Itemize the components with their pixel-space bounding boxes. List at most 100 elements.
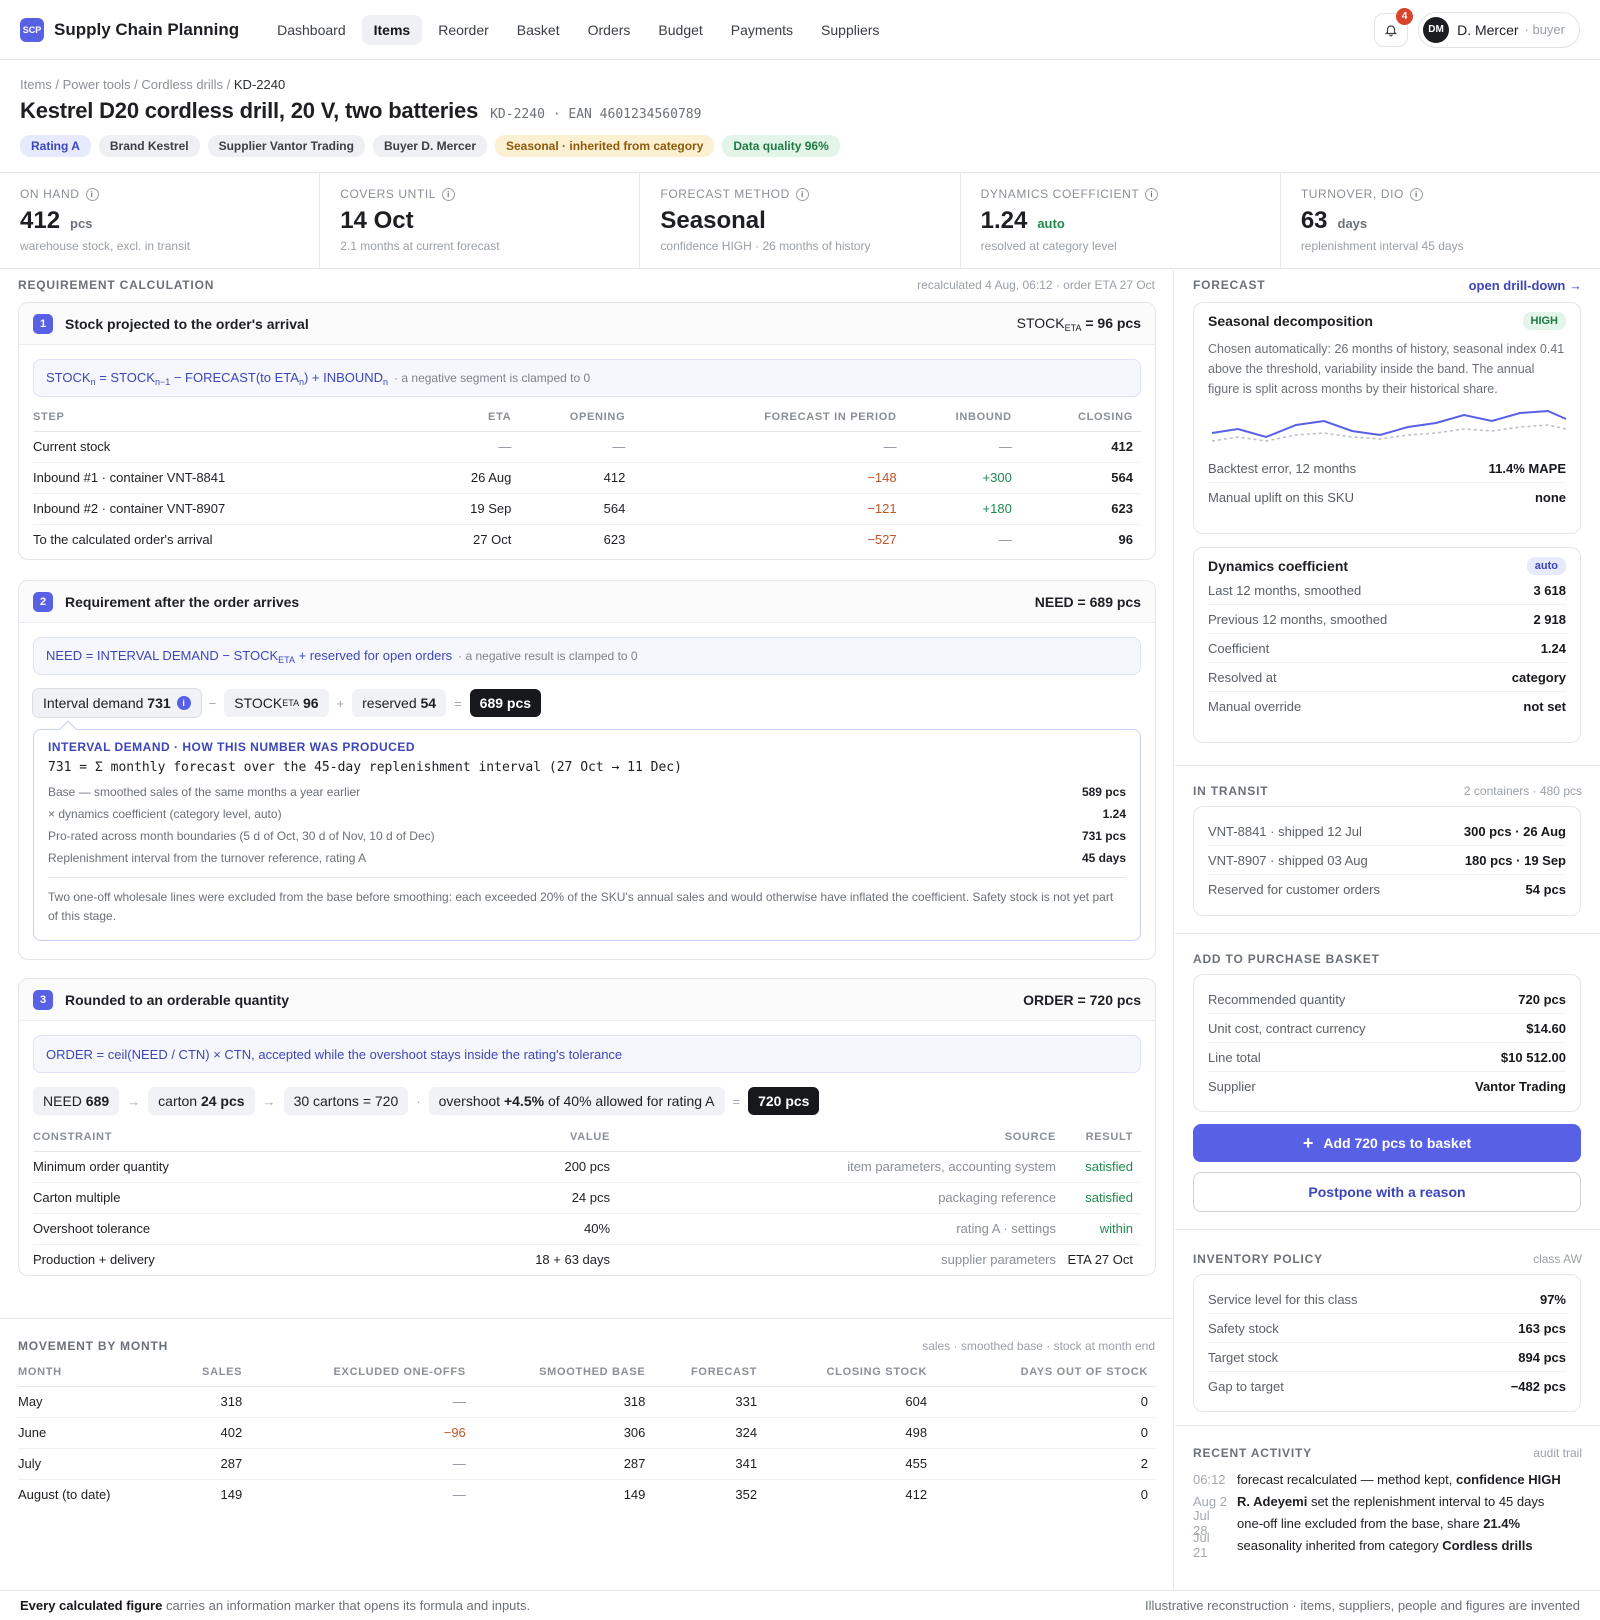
- card-title: Seasonal decomposition: [1208, 313, 1373, 329]
- table-row: Current stock — — — —412: [33, 431, 1141, 463]
- breadcrumb-power-tools[interactable]: Power tools: [63, 77, 131, 92]
- stock-projection-table: STEP ETA OPENING FORECAST IN PERIOD INBOUND C…: [33, 403, 1141, 555]
- kpi-unit: days: [1337, 216, 1368, 231]
- kpi-value: Seasonal: [660, 207, 766, 234]
- kpi-label: COVERS UNTIL: [340, 187, 437, 201]
- movement-meta: sales · smoothed base · stock at month e…: [922, 1339, 1155, 1353]
- bell-icon: [1385, 24, 1398, 36]
- add-to-basket-button[interactable]: + Add 720 pcs to basket: [1193, 1124, 1581, 1162]
- breadcrumb-current: KD-2240: [233, 77, 286, 92]
- activity-item: Jul 21 seasonality inherited from categor…: [1193, 1530, 1533, 1560]
- stage-formula: STOCKn = STOCKn−1 − FORECAST(to ETAn) + …: [33, 359, 1141, 397]
- card-title: Dynamics coefficient: [1208, 558, 1349, 574]
- tag-buyer[interactable]: Buyer D. Mercer: [372, 135, 487, 157]
- table-row: July 287—287 341 455 2: [18, 1448, 1156, 1480]
- transit-card: VNT-8841 · shipped 12 Jul 300 pcs · 26 Au…: [1193, 806, 1581, 916]
- kpi-sub: warehouse stock, excl. in transit: [20, 239, 191, 253]
- stage-result: STOCKETA = 96 pcs: [1016, 314, 1141, 333]
- main-nav: Dashboard Items Reorder Basket Orders Bu…: [265, 14, 891, 45]
- info-icon[interactable]: i: [442, 187, 456, 201]
- stage-3-card: 3 Rounded to an orderable quantity ORDER…: [18, 978, 1156, 1276]
- stage-1-card: 1 Stock projected to the order's arrival…: [18, 302, 1156, 560]
- app-name[interactable]: Supply Chain Planning: [54, 20, 239, 40]
- nav-budget[interactable]: Budget: [646, 15, 714, 45]
- tag-brand[interactable]: Brand Kestrel: [98, 135, 200, 157]
- explainer-row: Replenishment interval from the turnover…: [48, 851, 1126, 865]
- nav-items[interactable]: Items: [361, 14, 423, 45]
- info-icon[interactable]: i: [176, 696, 191, 710]
- nav-payments[interactable]: Payments: [719, 15, 805, 45]
- forecast-description: Chosen automatically: 26 months of histo…: [1208, 342, 1565, 396]
- basket-row: Supplier Vantor Trading: [1208, 1079, 1566, 1094]
- kpi-value: 1.24: [980, 207, 1028, 234]
- activity-item: Aug 2 R. Adeyemi set the replenishment in…: [1193, 1493, 1545, 1509]
- breadcrumb-cordless-drills[interactable]: Cordless drills: [141, 77, 223, 92]
- left-column: REQUIREMENT CALCULATION recalculated 4 A…: [0, 270, 1174, 1590]
- basket-row: Line total $10 512.00: [1208, 1043, 1566, 1072]
- dynamics-coefficient-card: Dynamics coefficient auto Last 12 months,…: [1193, 547, 1581, 743]
- kpi-value: 14 Oct: [340, 207, 414, 234]
- kpi-label: DYNAMICS COEFFICIENT: [980, 187, 1140, 201]
- activity-item: Jul 28 one-off line excluded from the bas…: [1193, 1508, 1521, 1538]
- kpi-turnover: TURNOVER, DIO i 63 days replenishment inte…: [1281, 173, 1600, 268]
- kpi-sub: replenishment interval 45 days: [1300, 239, 1464, 253]
- forecast-row: Backtest error, 12 months 11.4% MAPE: [1208, 454, 1566, 483]
- explainer-heading: INTERVAL DEMAND · HOW THIS NUMBER WAS PR…: [48, 740, 416, 754]
- order-result-pill: 720 pcs: [748, 1087, 820, 1115]
- tag-row: Rating A Brand Kestrel Supplier Vantor T…: [20, 135, 840, 157]
- kpi-dynamics-coefficient: DYNAMICS COEFFICIENT i 1.24 auto resolved …: [961, 173, 1281, 268]
- nav-basket[interactable]: Basket: [505, 15, 572, 45]
- footer-note: Every calculated figure carries an infor…: [20, 1598, 531, 1613]
- kpi-value: 412: [20, 207, 61, 234]
- interval-demand-pill[interactable]: Interval demand 731 i: [32, 688, 202, 718]
- nav-orders[interactable]: Orders: [576, 15, 643, 45]
- breadcrumb-items[interactable]: Items: [20, 77, 52, 92]
- table-row: June 402 −96 306 324 498 0: [18, 1417, 1156, 1449]
- transit-heading: IN TRANSIT: [1193, 784, 1269, 798]
- tag-seasonal[interactable]: Seasonal · inherited from category: [495, 135, 715, 157]
- open-drill-down-link[interactable]: open drill-down →: [1469, 278, 1582, 293]
- transit-meta: 2 containers · 480 pcs: [1463, 784, 1582, 798]
- info-icon[interactable]: i: [1145, 187, 1159, 201]
- stage-title: Requirement after the order arrives: [65, 593, 300, 610]
- forecast-sparkline: [1211, 409, 1567, 442]
- dynamics-row: Previous 12 months, smoothed 2 918: [1208, 605, 1566, 634]
- nav-reorder[interactable]: Reorder: [426, 15, 501, 45]
- nav-suppliers[interactable]: Suppliers: [809, 15, 891, 45]
- stage-title: Stock projected to the order's arrival: [65, 315, 309, 332]
- forecast-heading: FORECAST: [1193, 278, 1266, 292]
- basket-row: Recommended quantity 720 pcs: [1208, 985, 1566, 1014]
- recent-activity-section: RECENT ACTIVITY audit trail 06:12 forecas…: [1175, 1426, 1600, 1586]
- nav-dashboard[interactable]: Dashboard: [265, 15, 358, 45]
- kpi-label: TURNOVER, DIO: [1300, 187, 1404, 201]
- kpi-label: FORECAST METHOD: [660, 187, 790, 201]
- table-row: Overshoot tolerance 40% rating A · setting…: [33, 1213, 1141, 1245]
- notifications-button[interactable]: 4: [1374, 7, 1414, 47]
- policy-row: Gap to target −482 pcs: [1208, 1379, 1566, 1394]
- audit-trail-link[interactable]: audit trail: [1533, 1446, 1582, 1460]
- explainer-formula: 731 = Σ monthly forecast over the 45-day…: [48, 760, 682, 775]
- kpi-sub: resolved at category level: [980, 239, 1117, 253]
- info-icon[interactable]: i: [85, 187, 99, 201]
- dynamics-row: Resolved at category: [1208, 663, 1566, 692]
- top-bar: SCP Supply Chain Planning Dashboard Item…: [0, 0, 1600, 60]
- transit-row[interactable]: VNT-8907 · shipped 03 Aug 180 pcs · 19 Se…: [1208, 846, 1566, 875]
- user-name: D. Mercer: [1457, 21, 1519, 38]
- postpone-button[interactable]: Postpone with a reason: [1193, 1172, 1581, 1212]
- need-pill: NEED 689: [33, 1087, 120, 1115]
- kpi-on-hand: ON HAND i 412 pcs warehouse stock, excl. i…: [0, 173, 321, 268]
- table-row: August (to date) 149—149 352 412 0: [18, 1487, 1148, 1503]
- movement-table: MONTH SALES EXCLUDED ONE-OFFS SMOOTHED BASE…: [18, 1358, 1156, 1510]
- user-menu[interactable]: DM D. Mercer · buyer: [1418, 11, 1580, 48]
- table-row: Production + delivery 18 + 63 days supplie…: [33, 1252, 1133, 1268]
- forecast-line: [1211, 409, 1567, 439]
- forecast-section: FORECAST open drill-down → Seasonal deco…: [1175, 270, 1600, 766]
- transit-row[interactable]: VNT-8841 · shipped 12 Jul 300 pcs · 26 Au…: [1208, 817, 1566, 846]
- info-icon[interactable]: i: [1409, 187, 1423, 201]
- tag-data-quality[interactable]: Data quality 96%: [722, 135, 840, 157]
- tag-supplier[interactable]: Supplier Vantor Trading: [207, 135, 365, 157]
- info-icon[interactable]: i: [795, 187, 809, 201]
- app-logo: SCP: [20, 17, 44, 42]
- basket-heading: ADD TO PURCHASE BASKET: [1193, 952, 1380, 966]
- tag-rating[interactable]: Rating A: [20, 135, 91, 157]
